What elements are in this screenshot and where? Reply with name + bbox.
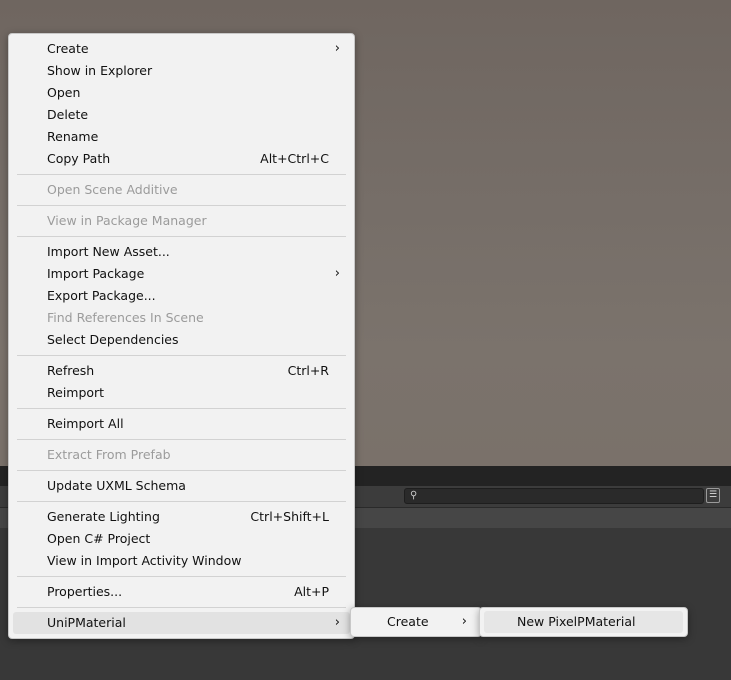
shortcut-label: Ctrl+R — [287, 363, 329, 378]
create-submenu: New PixelPMaterial — [479, 607, 688, 637]
menu-item-new-pixelpmaterial[interactable]: New PixelPMaterial — [484, 611, 683, 633]
menu-separator — [17, 236, 346, 237]
menu-item-create[interactable]: Create › — [351, 611, 481, 633]
shortcut-label: Alt+Ctrl+C — [260, 151, 329, 166]
menu-item-find-references-in-scene: Find References In Scene — [9, 307, 354, 329]
menu-item-show-in-explorer[interactable]: Show in Explorer — [9, 60, 354, 82]
menu-item-label: Create — [387, 614, 429, 629]
menu-item-label: Import New Asset... — [47, 244, 170, 259]
assets-context-menu: Create › Show in Explorer Open Delete Rename C… — [8, 33, 355, 639]
menu-item-open[interactable]: Open — [9, 82, 354, 104]
menu-item-copy-path[interactable]: Copy Path Alt+Ctrl+C — [9, 148, 354, 170]
menu-item-label: View in Import Activity Window — [47, 553, 242, 568]
menu-item-label: Update UXML Schema — [47, 478, 186, 493]
menu-item-refresh[interactable]: Refresh Ctrl+R — [9, 360, 354, 382]
menu-item-label: Rename — [47, 129, 99, 144]
menu-item-label: Import Package — [47, 266, 145, 281]
menu-item-label: Copy Path — [47, 151, 111, 166]
menu-separator — [17, 355, 346, 356]
chevron-right-icon: › — [334, 615, 340, 630]
shortcut-label: Ctrl+Shift+L — [250, 509, 329, 524]
menu-item-generate-lighting[interactable]: Generate Lighting Ctrl+Shift+L — [9, 506, 354, 528]
menu-item-delete[interactable]: Delete — [9, 104, 354, 126]
menu-item-label: Show in Explorer — [47, 63, 153, 78]
menu-item-label: Delete — [47, 107, 89, 122]
search-filter-icon[interactable]: ☰ — [706, 488, 720, 503]
chevron-right-icon: › — [334, 266, 340, 281]
menu-item-label: Select Dependencies — [47, 332, 179, 347]
menu-item-reimport-all[interactable]: Reimport All — [9, 413, 354, 435]
menu-item-label: Refresh — [47, 363, 95, 378]
menu-item-label: Create — [47, 41, 89, 56]
menu-item-extract-from-prefab: Extract From Prefab — [9, 444, 354, 466]
menu-item-view-in-import-activity-window[interactable]: View in Import Activity Window — [9, 550, 354, 572]
menu-item-rename[interactable]: Rename — [9, 126, 354, 148]
menu-item-import-new-asset[interactable]: Import New Asset... — [9, 241, 354, 263]
chevron-right-icon: › — [334, 41, 340, 56]
menu-separator — [17, 205, 346, 206]
menu-item-create[interactable]: Create › — [9, 38, 354, 60]
menu-item-label: Open — [47, 85, 81, 100]
menu-item-label: Find References In Scene — [47, 310, 204, 325]
menu-separator — [17, 501, 346, 502]
menu-item-properties[interactable]: Properties... Alt+P — [9, 581, 354, 603]
menu-item-export-package[interactable]: Export Package... — [9, 285, 354, 307]
menu-item-import-package[interactable]: Import Package › — [9, 263, 354, 285]
menu-item-view-in-package-manager: View in Package Manager — [9, 210, 354, 232]
menu-item-label: Export Package... — [47, 288, 156, 303]
project-search-input[interactable]: ⚲ — [404, 488, 704, 504]
menu-item-label: Open C# Project — [47, 531, 151, 546]
menu-item-update-uxml-schema[interactable]: Update UXML Schema — [9, 475, 354, 497]
menu-item-select-dependencies[interactable]: Select Dependencies — [9, 329, 354, 351]
menu-separator — [17, 576, 346, 577]
menu-separator — [17, 439, 346, 440]
menu-item-open-c-project[interactable]: Open C# Project — [9, 528, 354, 550]
menu-separator — [17, 470, 346, 471]
menu-item-label: UniPMaterial — [47, 615, 126, 630]
menu-item-unipmaterial[interactable]: UniPMaterial › — [13, 612, 350, 634]
menu-item-label: Properties... — [47, 584, 123, 599]
shortcut-label: Alt+P — [294, 584, 329, 599]
menu-item-label: Reimport All — [47, 416, 124, 431]
menu-item-open-scene-additive: Open Scene Additive — [9, 179, 354, 201]
menu-item-label: View in Package Manager — [47, 213, 207, 228]
menu-item-label: Generate Lighting — [47, 509, 160, 524]
menu-separator — [17, 174, 346, 175]
menu-item-label: Extract From Prefab — [47, 447, 171, 462]
search-icon: ⚲ — [410, 490, 418, 501]
menu-item-label: New PixelPMaterial — [517, 614, 636, 629]
chevron-right-icon: › — [461, 614, 467, 629]
menu-item-label: Reimport — [47, 385, 105, 400]
menu-item-label: Open Scene Additive — [47, 182, 178, 197]
unipmaterial-submenu: Create › — [350, 607, 482, 637]
menu-separator — [17, 607, 346, 608]
menu-item-reimport[interactable]: Reimport — [9, 382, 354, 404]
menu-separator — [17, 408, 346, 409]
